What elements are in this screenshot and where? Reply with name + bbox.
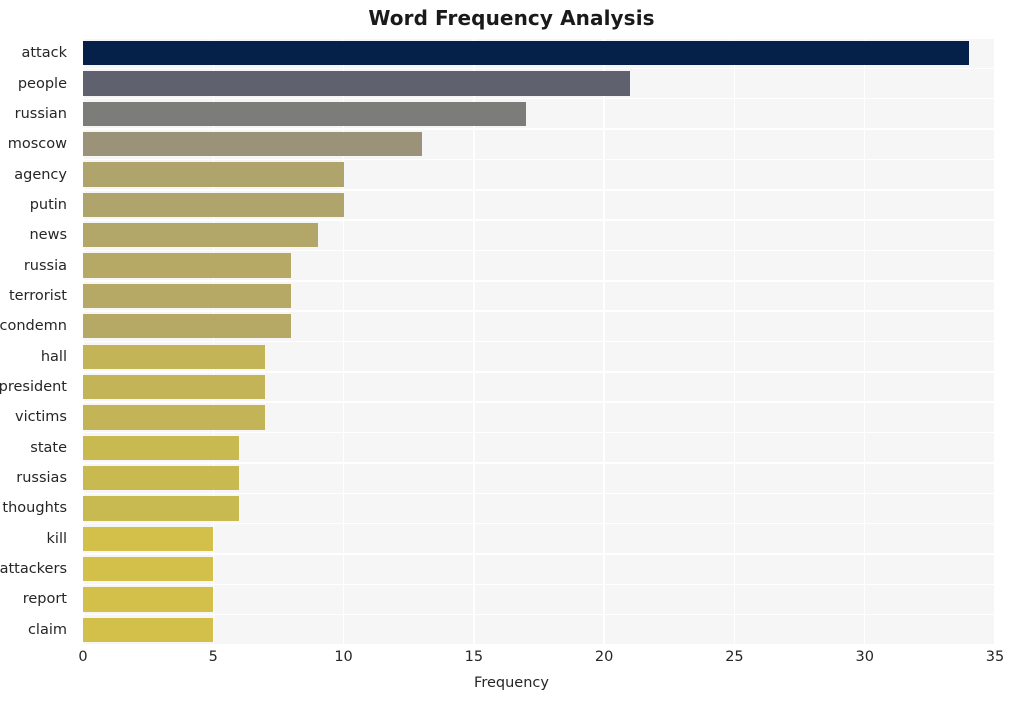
y-tick-label-agency: agency [14,166,67,183]
y-tick-label-attack: attack [21,45,67,62]
y-tick-label-news: news [29,227,67,244]
y-tick-label-moscow: moscow [7,136,67,153]
bar-moscow [83,132,422,157]
y-tick-label-russian: russian [14,105,67,122]
bar-attackers [83,556,214,582]
y-tick-label-attackers: attackers [0,561,67,578]
y-axis-tick-labels: attack people russian moscow agency putin news… [0,38,75,645]
bar-russian [83,101,526,126]
bar-agency [83,162,344,187]
bar-russia [83,253,292,278]
x-axis-title: Frequency [474,675,549,691]
bar-news [83,223,318,248]
bar-russias [83,465,240,491]
y-tick-label-victims: victims [15,409,67,426]
bar-attack [83,41,969,66]
bar-thoughts [83,496,240,521]
x-tick-label-10: 10 [334,649,353,665]
y-tick-label-people: people [17,75,67,92]
bar-people [83,71,631,96]
x-tick-label-25: 25 [725,649,744,665]
y-tick-label-kill: kill [46,530,67,547]
x-tick-label-30: 30 [855,649,874,665]
plot-area [82,37,996,646]
x-tick-label-20: 20 [594,649,614,665]
x-tick-label-15: 15 [464,649,484,665]
y-tick-label-terrorist: terrorist [8,287,67,304]
y-tick-label-russia: russia [23,257,67,274]
bar-kill [83,526,214,551]
y-tick-label-president: president [0,379,67,396]
y-tick-label-report: report [22,591,67,608]
bar-state [83,435,240,460]
bar-putin [83,192,344,218]
bar-hall [83,344,266,369]
bar-victims [83,405,266,430]
y-tick-label-claim: claim [27,621,67,638]
y-tick-label-hall: hall [40,348,67,365]
bar-claim [83,617,214,642]
bar-terrorist [83,283,292,309]
y-tick-label-condemn: condemn [0,318,67,335]
x-tick-label-0: 0 [78,649,88,665]
y-tick-label-state: state [30,439,67,456]
chart-title: Word Frequency Analysis [368,6,655,30]
y-tick-label-thoughts: thoughts [2,500,67,517]
bar-report [83,587,214,612]
word-frequency-chart-figure: Word Frequency Analysis attack people russ… [0,0,1023,701]
bar-condemn [83,314,292,339]
bars-layer [83,38,995,645]
y-tick-label-putin: putin [29,196,67,213]
bar-president [83,374,266,400]
x-tick-label-5: 5 [208,649,218,665]
x-axis-tick-labels: 0 5 10 15 20 25 30 35 [0,650,1023,674]
y-tick-label-russias: russias [16,470,67,487]
x-tick-label-35: 35 [985,649,1005,665]
